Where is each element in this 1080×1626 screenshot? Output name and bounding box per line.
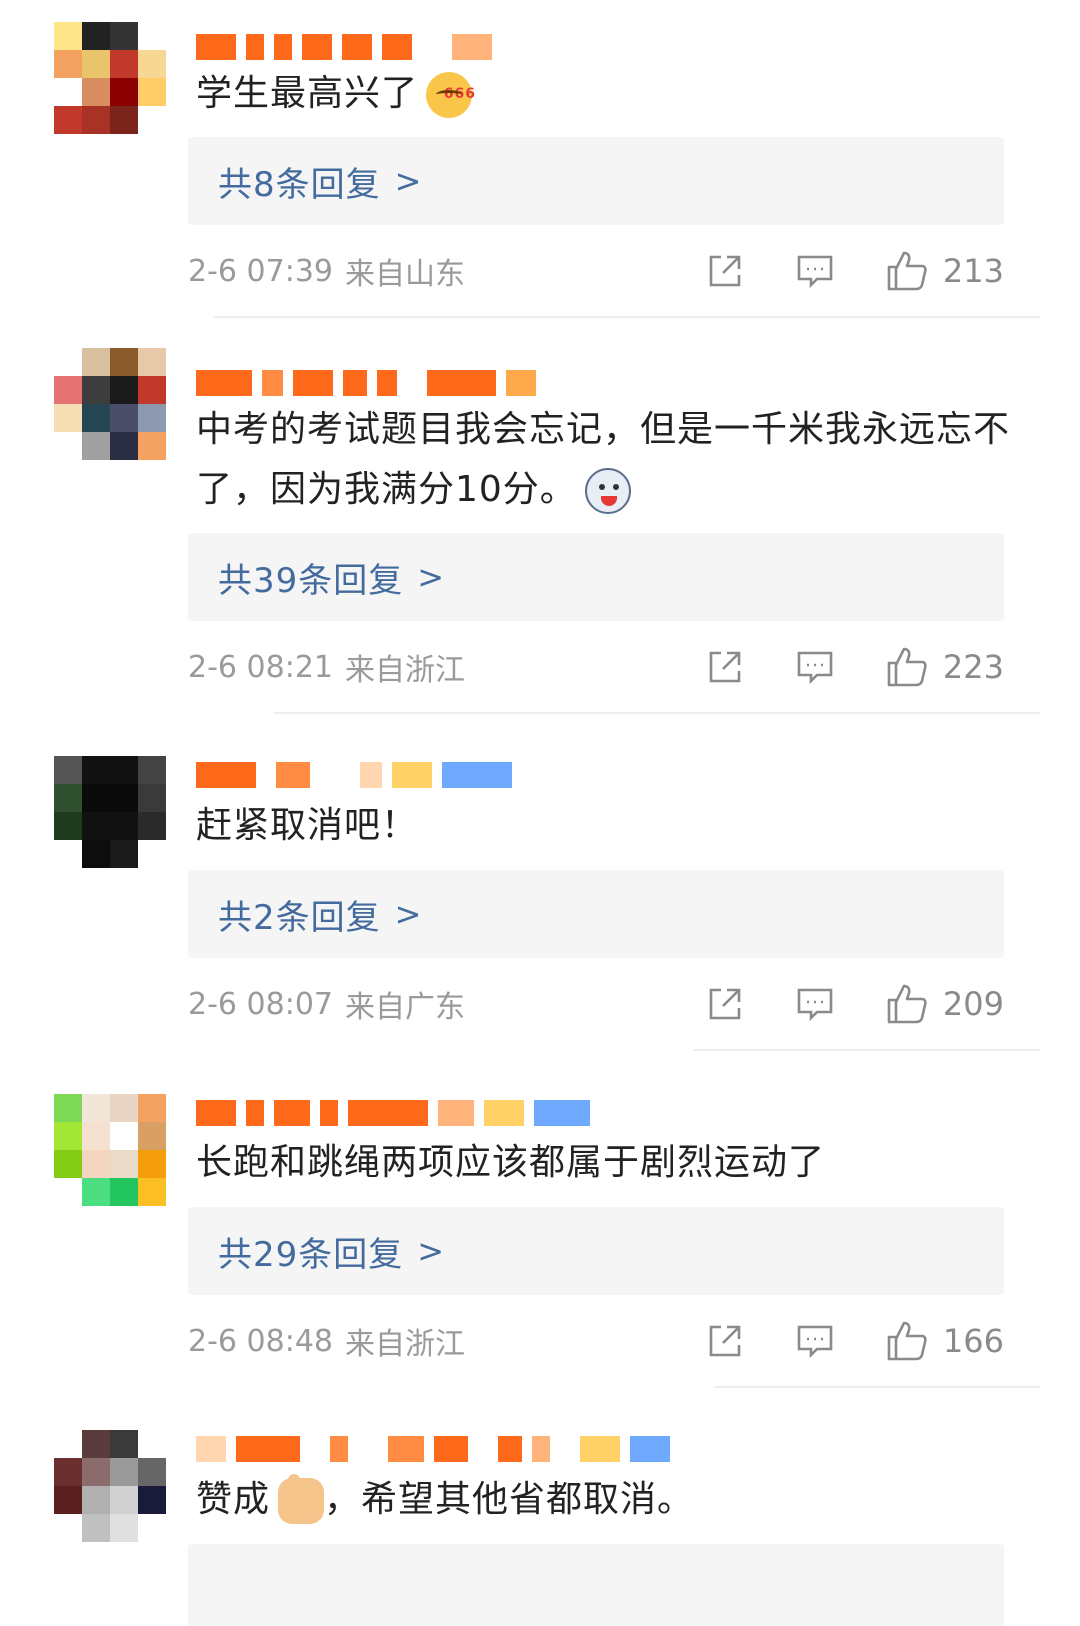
timestamp: 2-6 08:48 <box>188 1323 333 1359</box>
comment-text: 赞成 ，希望其他省都取消。 <box>196 1470 1046 1530</box>
username-redacted[interactable] <box>196 1430 696 1468</box>
avatar[interactable] <box>54 22 166 134</box>
location: 来自浙江 <box>345 653 465 688</box>
view-replies-button[interactable]: 共39条回复 > <box>188 533 1004 621</box>
comment-icon[interactable] <box>795 251 835 291</box>
comment-meta: 2-6 08:21 来自浙江 223 <box>188 642 1004 692</box>
share-icon[interactable] <box>705 1321 745 1361</box>
action-bar: 223 <box>705 645 1004 689</box>
like-icon <box>887 251 927 291</box>
location: 来自浙江 <box>345 1327 465 1362</box>
avatar[interactable] <box>54 1094 166 1206</box>
like-button[interactable]: 213 <box>885 249 1004 293</box>
comment-meta: 2-6 08:07 来自广东 209 <box>188 979 1004 1029</box>
username-redacted[interactable] <box>196 1094 616 1132</box>
share-icon[interactable] <box>705 984 745 1024</box>
like-count: 213 <box>942 252 1004 290</box>
husky-emoji-icon <box>584 468 631 514</box>
replies-count-label: 共39条回复 <box>218 560 404 601</box>
like-button[interactable]: 223 <box>885 645 1004 689</box>
like-count: 223 <box>942 648 1004 686</box>
replies-count-label: 共8条回复 <box>218 164 381 205</box>
comment-icon[interactable] <box>795 647 835 687</box>
like-count: 209 <box>942 985 1004 1023</box>
comment-icon[interactable] <box>795 1321 835 1361</box>
location: 来自山东 <box>345 257 465 292</box>
like-icon <box>887 647 927 687</box>
share-icon[interactable] <box>705 647 745 687</box>
avatar[interactable] <box>54 756 166 868</box>
comment-icon[interactable] <box>795 984 835 1024</box>
chevron-right-icon: > <box>394 895 422 933</box>
like-button[interactable]: 209 <box>885 982 1004 1026</box>
username-redacted[interactable] <box>196 28 536 66</box>
like-icon <box>887 1321 927 1361</box>
action-bar: 213 <box>705 249 1004 293</box>
replies-count-label: 共29条回复 <box>218 1234 404 1275</box>
view-replies-button[interactable]: 共29条回复 > <box>188 1207 1004 1295</box>
comment-text: 长跑和跳绳两项应该都属于剧烈运动了 <box>196 1142 826 1183</box>
location: 来自广东 <box>345 990 465 1025</box>
comment-meta: 2-6 07:39 来自山东 213 <box>188 246 1004 296</box>
view-replies-button[interactable]: 共8条回复 > <box>188 137 1004 225</box>
comment-text: 学生最高兴了 <box>196 64 1046 124</box>
replies-count-label: 共2条回复 <box>218 897 381 938</box>
like-count: 166 <box>942 1322 1004 1360</box>
timestamp: 2-6 07:39 <box>188 253 333 289</box>
divider <box>714 1386 1040 1388</box>
username-redacted[interactable] <box>196 756 536 794</box>
timestamp: 2-6 08:07 <box>188 986 333 1022</box>
divider <box>274 712 1040 714</box>
like-button[interactable]: 166 <box>885 1319 1004 1363</box>
like-icon <box>887 984 927 1024</box>
666-emoji-icon <box>426 64 476 124</box>
share-icon[interactable] <box>705 251 745 291</box>
chevron-right-icon: > <box>417 1232 445 1270</box>
view-replies-button[interactable] <box>188 1544 1004 1626</box>
avatar[interactable] <box>54 1430 166 1542</box>
divider <box>694 1049 1040 1051</box>
view-replies-button[interactable]: 共2条回复 > <box>188 870 1004 958</box>
username-redacted[interactable] <box>196 364 536 402</box>
action-bar: 209 <box>705 982 1004 1026</box>
comment-text: 赶紧取消吧！ <box>196 805 419 846</box>
action-bar: 166 <box>705 1319 1004 1363</box>
comment-text: 中考的考试题目我会忘记，但是一千米我永远忘不了，因为我满分10分。 <box>196 400 1046 520</box>
chevron-right-icon: > <box>394 162 422 200</box>
timestamp: 2-6 08:21 <box>188 649 333 685</box>
chevron-right-icon: > <box>417 558 445 596</box>
avatar[interactable] <box>54 348 166 460</box>
divider <box>214 316 1040 318</box>
comment-meta: 2-6 08:48 来自浙江 166 <box>188 1316 1004 1366</box>
thumbs-up-emoji-icon <box>278 1474 325 1524</box>
